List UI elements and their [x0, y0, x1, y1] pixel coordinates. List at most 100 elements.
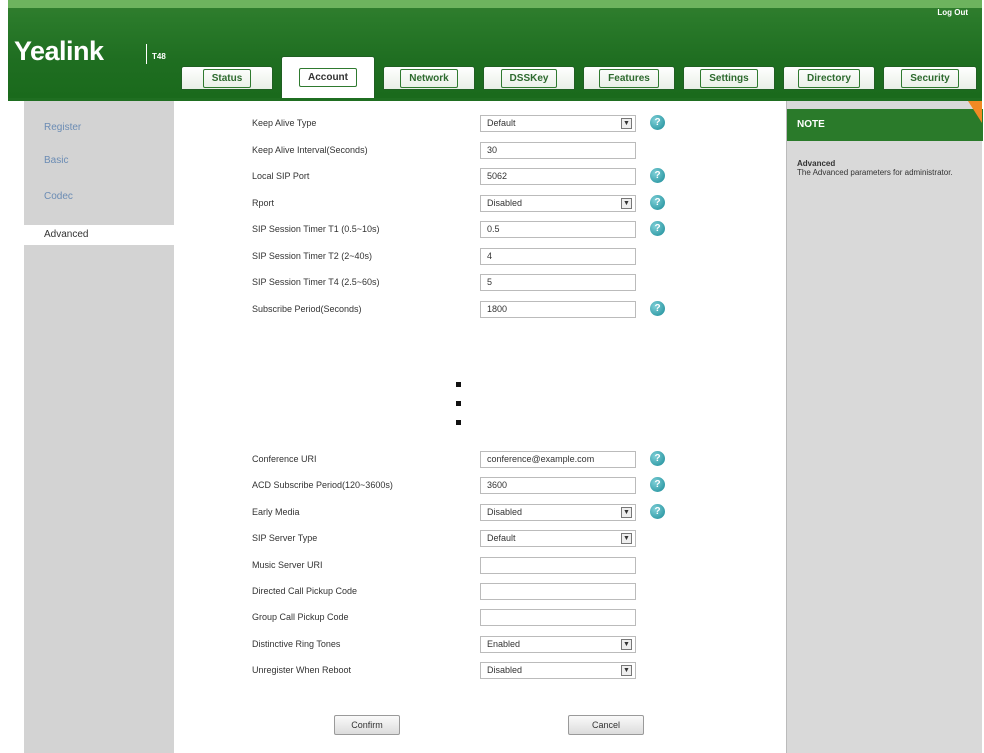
field-value: Disabled — [487, 197, 523, 208]
tab-directory[interactable]: Directory — [783, 66, 875, 90]
form-row: SIP Session Timer T4 (2.5~60s) 5 — [174, 272, 786, 294]
tab-label: Status — [202, 68, 252, 88]
model-label: T48 — [152, 52, 166, 61]
sidebar-item-codec[interactable]: Codec — [24, 187, 174, 207]
form-row: SIP Session Timer T2 (2~40s) 4 — [174, 246, 786, 268]
field-value: Default — [487, 118, 516, 128]
field-label: Keep Alive Type — [252, 118, 317, 128]
select-field[interactable]: Default ▼ — [480, 530, 636, 548]
form-row: Unregister When Reboot Disabled ▼ — [174, 660, 786, 682]
sidebar-item-advanced[interactable]: Advanced — [24, 225, 190, 245]
field-value: 0.5 — [487, 224, 500, 234]
form-row: SIP Server Type Default ▼ — [174, 528, 786, 550]
text-input[interactable]: 0.5 — [480, 221, 636, 238]
help-icon[interactable]: ? — [650, 503, 665, 519]
field-label: Unregister When Reboot — [252, 665, 352, 676]
tab-settings[interactable]: Settings — [683, 66, 775, 90]
field-value: Default — [487, 533, 516, 544]
form-row: Conference URI conference@example.com? — [174, 449, 786, 471]
field-label: Rport — [252, 197, 275, 208]
tab-features[interactable]: Features — [583, 66, 675, 90]
logo-divider — [146, 44, 147, 64]
form-row: Subscribe Period(Seconds) 1800? — [174, 299, 786, 321]
field-label: SIP Session Timer T1 (0.5~10s) — [252, 224, 380, 234]
select-field[interactable]: Disabled ▼ — [480, 194, 636, 212]
form-row: Music Server URI — [174, 555, 786, 577]
sidebar-item-register[interactable]: Register — [24, 118, 174, 138]
select-field[interactable]: Disabled ▼ — [480, 662, 636, 680]
dropdown-arrow-icon[interactable]: ▼ — [621, 638, 632, 650]
select-field[interactable]: Enabled ▼ — [480, 635, 636, 653]
field-label: SIP Session Timer T4 (2.5~60s) — [252, 277, 380, 287]
sidebar-item-basic[interactable]: Basic — [24, 151, 174, 171]
text-input[interactable] — [480, 556, 636, 574]
text-input[interactable] — [480, 609, 636, 627]
help-icon[interactable]: ? — [650, 194, 665, 210]
text-input[interactable]: 5 — [480, 274, 636, 291]
note-panel: NOTE Advanced The Advanced parameters fo… — [786, 101, 983, 753]
field-label: SIP Server Type — [252, 533, 318, 544]
tab-network[interactable]: Network — [383, 66, 475, 90]
field-value: 30 — [487, 144, 498, 155]
form-row: Keep Alive Type Default ▼? — [174, 113, 786, 135]
sidebar: Register Basic Codec Advanced — [24, 101, 190, 753]
page-left-margin — [8, 101, 11, 753]
note-heading: NOTE — [787, 109, 983, 141]
text-input[interactable] — [480, 583, 636, 600]
dropdown-arrow-icon[interactable]: ▼ — [621, 533, 632, 545]
select-field[interactable]: Default ▼ — [480, 115, 636, 132]
field-value: 4 — [487, 250, 493, 261]
help-icon[interactable]: ? — [650, 221, 665, 236]
field-value: 3600 — [487, 480, 508, 491]
field-label: Early Media — [252, 506, 300, 517]
confirm-button[interactable]: Confirm — [334, 715, 400, 735]
header-top-strip — [8, 0, 982, 8]
form-row: Rport Disabled ▼? — [174, 193, 786, 215]
dropdown-arrow-icon[interactable]: ▼ — [621, 197, 632, 209]
logout-link[interactable]: Log Out — [937, 8, 968, 17]
tab-status[interactable]: Status — [181, 66, 273, 90]
select-field[interactable]: Disabled ▼ — [480, 503, 636, 521]
field-value: 5 — [487, 277, 493, 287]
tab-label: Security — [901, 68, 959, 88]
tab-account[interactable]: Account — [281, 56, 375, 98]
field-value: 5062 — [487, 171, 508, 181]
tab-security[interactable]: Security — [883, 66, 977, 90]
ellipsis-dot — [456, 382, 461, 387]
help-icon[interactable]: ? — [650, 115, 665, 130]
help-icon[interactable]: ? — [650, 477, 665, 493]
form-row: Local SIP Port 5062? — [174, 166, 786, 188]
form-row: Keep Alive Interval(Seconds) 30 — [174, 140, 786, 162]
form-row: Distinctive Ring Tones Enabled ▼ — [174, 634, 786, 656]
text-input[interactable]: 3600 — [480, 477, 636, 495]
cancel-button[interactable]: Cancel — [568, 715, 644, 735]
advanced-settings-form: Keep Alive Type Default ▼? Keep Alive Inter… — [174, 101, 786, 753]
text-input[interactable]: 4 — [480, 247, 636, 265]
dropdown-arrow-icon[interactable]: ▼ — [621, 118, 632, 129]
text-input[interactable]: conference@example.com — [480, 451, 636, 468]
tab-dsskey[interactable]: DSSKey — [483, 66, 575, 90]
help-icon[interactable]: ? — [650, 300, 665, 316]
note-title: Advanced — [797, 159, 836, 168]
note-description: The Advanced parameters for administrato… — [797, 168, 953, 177]
field-label: Distinctive Ring Tones — [252, 638, 341, 649]
form-row: Directed Call Pickup Code — [174, 581, 786, 603]
help-icon[interactable]: ? — [650, 168, 665, 183]
text-input[interactable]: 1800 — [480, 300, 636, 318]
help-icon[interactable]: ? — [650, 451, 665, 466]
tab-label: Features — [599, 68, 659, 88]
field-value: Disabled — [487, 665, 523, 676]
note-corner-flag — [968, 101, 982, 123]
text-input[interactable]: 5062 — [480, 168, 636, 185]
tab-label: Settings — [700, 68, 758, 88]
field-label: Keep Alive Interval(Seconds) — [252, 144, 368, 155]
web-ui-frame: Log Out Yealink T48 Status Account Netwo… — [8, 0, 983, 753]
header-bar: Log Out Yealink T48 Status Account Netwo… — [8, 0, 982, 98]
dropdown-arrow-icon[interactable]: ▼ — [621, 506, 632, 518]
field-label: Group Call Pickup Code — [252, 612, 349, 623]
form-row: Group Call Pickup Code — [174, 607, 786, 629]
form-row: SIP Session Timer T1 (0.5~10s) 0.5? — [174, 219, 786, 241]
dropdown-arrow-icon[interactable]: ▼ — [621, 665, 632, 677]
text-input[interactable]: 30 — [480, 141, 636, 159]
field-label: Local SIP Port — [252, 171, 310, 181]
